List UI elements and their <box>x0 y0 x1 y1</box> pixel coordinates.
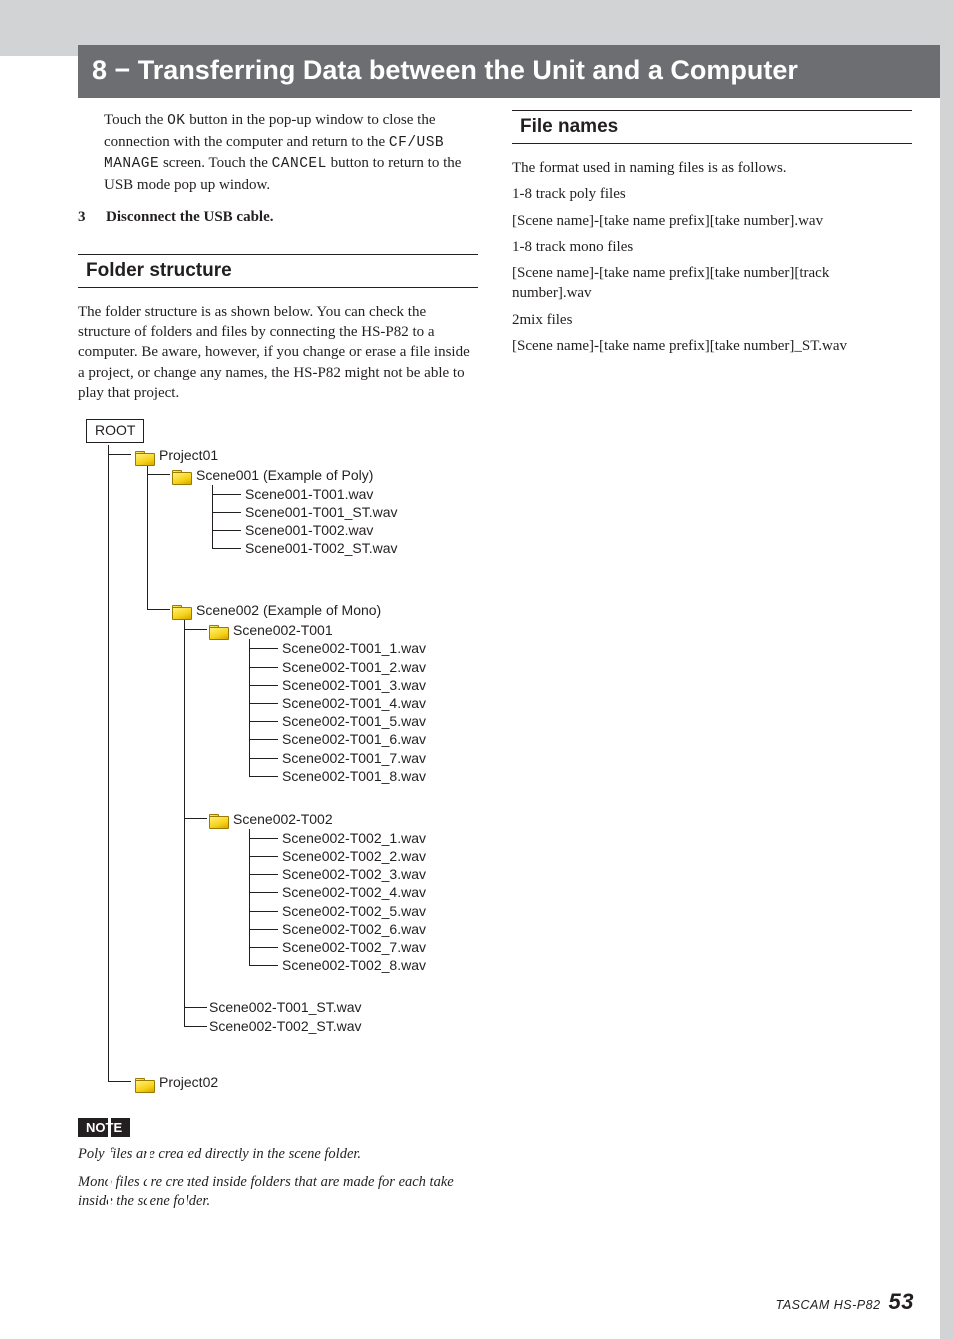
file-item: Scene002-T002_2.wav <box>250 847 478 865</box>
folder-tree: ROOT Project01 Scene001 (Example of Poly… <box>86 419 478 1092</box>
file-item: Scene002-T001_2.wav <box>250 658 478 676</box>
scene002-st-file: Scene002-T002_ST.wav <box>185 1017 478 1036</box>
file-item: Scene002-T002_4.wav <box>250 883 478 901</box>
folder-icon <box>209 623 227 637</box>
file-item: Scene002-T001_8.wav <box>250 767 478 785</box>
root-node: ROOT <box>86 419 144 443</box>
scene002-node: Scene002 (Example of Mono) Scene002-T001… <box>148 600 478 1072</box>
file-item: Scene002-T002_6.wav <box>250 920 478 938</box>
file-line: [Scene name]-[take name prefix][take num… <box>512 336 912 356</box>
folder-icon <box>172 603 190 617</box>
file-item: Scene002-T001_5.wav <box>250 712 478 730</box>
scene002-t002-node: Scene002-T002 Scene002-T002_1.wav Scene0… <box>185 809 478 998</box>
ok-label: OK <box>167 113 185 129</box>
project02-node: Project02 <box>109 1072 478 1092</box>
scene001-node: Scene001 (Example of Poly) Scene001-T001… <box>148 465 478 600</box>
file-item: Scene001-T002_ST.wav <box>213 539 478 557</box>
chapter-title: 8 − Transferring Data between the Unit a… <box>78 45 940 98</box>
file-line: [Scene name]-[take name prefix][take num… <box>512 211 912 231</box>
file-item: Scene001-T002.wav <box>213 521 478 539</box>
right-tab-bar <box>940 0 954 1339</box>
file-item: Scene002-T001_1.wav <box>250 639 478 657</box>
note-text-1: Poly files are created directly in the s… <box>78 1145 458 1165</box>
folder-label: Scene001 (Example of Poly) <box>196 466 373 485</box>
folder-label: Scene002-T001 <box>233 621 333 640</box>
cancel-label: CANCEL <box>272 156 327 172</box>
file-item: Scene002-T001_6.wav <box>250 730 478 748</box>
file-item: Scene002-T002_5.wav <box>250 902 478 920</box>
file-line: [Scene name]-[take name prefix][take num… <box>512 263 912 304</box>
file-item: Scene001-T001.wav <box>213 485 478 503</box>
file-line: The format used in naming files is as fo… <box>512 158 912 178</box>
step-number: 3 <box>78 209 88 226</box>
folder-label: Scene002-T002 <box>233 810 333 829</box>
file-item: Scene002-T002_1.wav <box>250 829 478 847</box>
left-margin-bar <box>0 0 78 56</box>
file-line: 1-8 track poly files <box>512 184 912 204</box>
footer-model: TASCAM HS-P82 <box>776 1298 881 1312</box>
section-file-names: File names <box>512 110 912 144</box>
folder-icon <box>209 812 227 826</box>
section-folder-structure: Folder structure <box>78 254 478 288</box>
step-3: 3 Disconnect the USB cable. <box>78 209 478 226</box>
intro-paragraph: Touch the OK button in the pop-up window… <box>104 110 478 195</box>
file-line: 1-8 track mono files <box>512 237 912 257</box>
step-text: Disconnect the USB cable. <box>106 209 274 226</box>
note-badge: NOTE <box>78 1118 130 1137</box>
file-item: Scene002-T001_4.wav <box>250 694 478 712</box>
project01-node: Project01 Scene001 (Example of Poly) Sce… <box>109 445 478 1072</box>
scene002-t001-node: Scene002-T001 Scene002-T001_1.wav Scene0… <box>185 620 478 809</box>
scene001-files: Scene001-T001.wav Scene001-T001_ST.wav S… <box>212 485 478 564</box>
folder-icon <box>135 1076 153 1090</box>
file-line: 2mix files <box>512 310 912 330</box>
file-item: Scene002-T002_3.wav <box>250 865 478 883</box>
page-number: 53 <box>889 1289 914 1314</box>
scene002-t001-files: Scene002-T001_1.wav Scene002-T001_2.wav … <box>249 639 478 791</box>
file-item: Scene002-T001_3.wav <box>250 676 478 694</box>
folder-icon <box>135 449 153 463</box>
scene002-t002-files: Scene002-T002_1.wav Scene002-T002_2.wav … <box>249 829 478 981</box>
page-footer: TASCAM HS-P82 53 <box>776 1289 914 1315</box>
file-item: Scene002-T002_8.wav <box>250 956 478 974</box>
scene002-st-file: Scene002-T001_ST.wav <box>185 998 478 1017</box>
file-item: Scene002-T002_7.wav <box>250 938 478 956</box>
folder-paragraph: The folder structure is as shown below. … <box>78 302 478 403</box>
folder-icon <box>172 468 190 482</box>
note-text-2: Mono files are created inside folders th… <box>78 1173 458 1212</box>
folder-label: Project02 <box>159 1073 218 1092</box>
folder-label: Project01 <box>159 446 218 465</box>
file-item: Scene002-T001_7.wav <box>250 749 478 767</box>
file-item: Scene001-T001_ST.wav <box>213 503 478 521</box>
folder-label: Scene002 (Example of Mono) <box>196 601 381 620</box>
